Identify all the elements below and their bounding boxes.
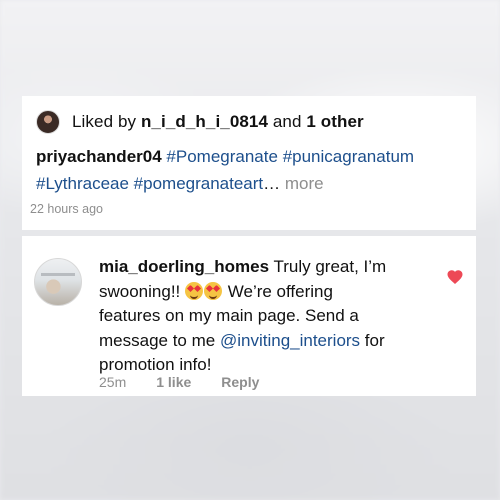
comment-card: mia_doerling_homes Truly great, I’m swoo… <box>22 236 476 396</box>
caption: priyachander04 #Pomegranate #punicagrana… <box>36 143 456 197</box>
caption-more-link[interactable]: more <box>285 174 324 193</box>
hashtag[interactable]: #Pomegranate <box>166 147 278 166</box>
avatar-shelf-detail <box>41 273 75 276</box>
comment-mention-link[interactable]: @inviting_interiors <box>220 331 360 350</box>
liker-avatar[interactable] <box>36 110 60 134</box>
heart-eyes-emoji-icon <box>185 281 204 300</box>
comment-likes-link[interactable]: 1 like <box>156 374 191 390</box>
liked-and: and <box>268 112 307 131</box>
caption-username[interactable]: priyachander04 <box>36 147 162 166</box>
caption-ellipsis: … <box>263 174 281 193</box>
likes-row[interactable]: Liked by n_i_d_h_i_0814 and 1 other <box>36 110 364 134</box>
reply-button[interactable]: Reply <box>221 374 259 390</box>
emoji-mouth <box>190 293 199 299</box>
heart-eyes-emoji-icon <box>204 281 223 300</box>
comment-timestamp: 25m <box>99 374 127 390</box>
heart-icon[interactable] <box>446 268 464 286</box>
likes-text: Liked by n_i_d_h_i_0814 and 1 other <box>72 112 364 132</box>
post-info-card: Liked by n_i_d_h_i_0814 and 1 other priy… <box>22 96 476 230</box>
commenter-avatar[interactable] <box>34 258 82 306</box>
hashtag[interactable]: #Lythraceae <box>36 174 129 193</box>
post-timestamp: 22 hours ago <box>30 202 103 216</box>
liked-prefix: Liked by <box>72 112 141 131</box>
emoji-mouth <box>209 293 218 299</box>
liked-others-link[interactable]: 1 other <box>306 112 363 131</box>
hashtag[interactable]: #pomegranateart <box>134 174 263 193</box>
hashtag[interactable]: #punicagranatum <box>283 147 414 166</box>
comment-meta: 25m 1 like Reply <box>99 374 289 390</box>
comment-username[interactable]: mia_doerling_homes <box>99 257 269 276</box>
liked-by-user-link[interactable]: n_i_d_h_i_0814 <box>141 112 268 131</box>
comment-text: mia_doerling_homes Truly great, I’m swoo… <box>99 255 389 378</box>
